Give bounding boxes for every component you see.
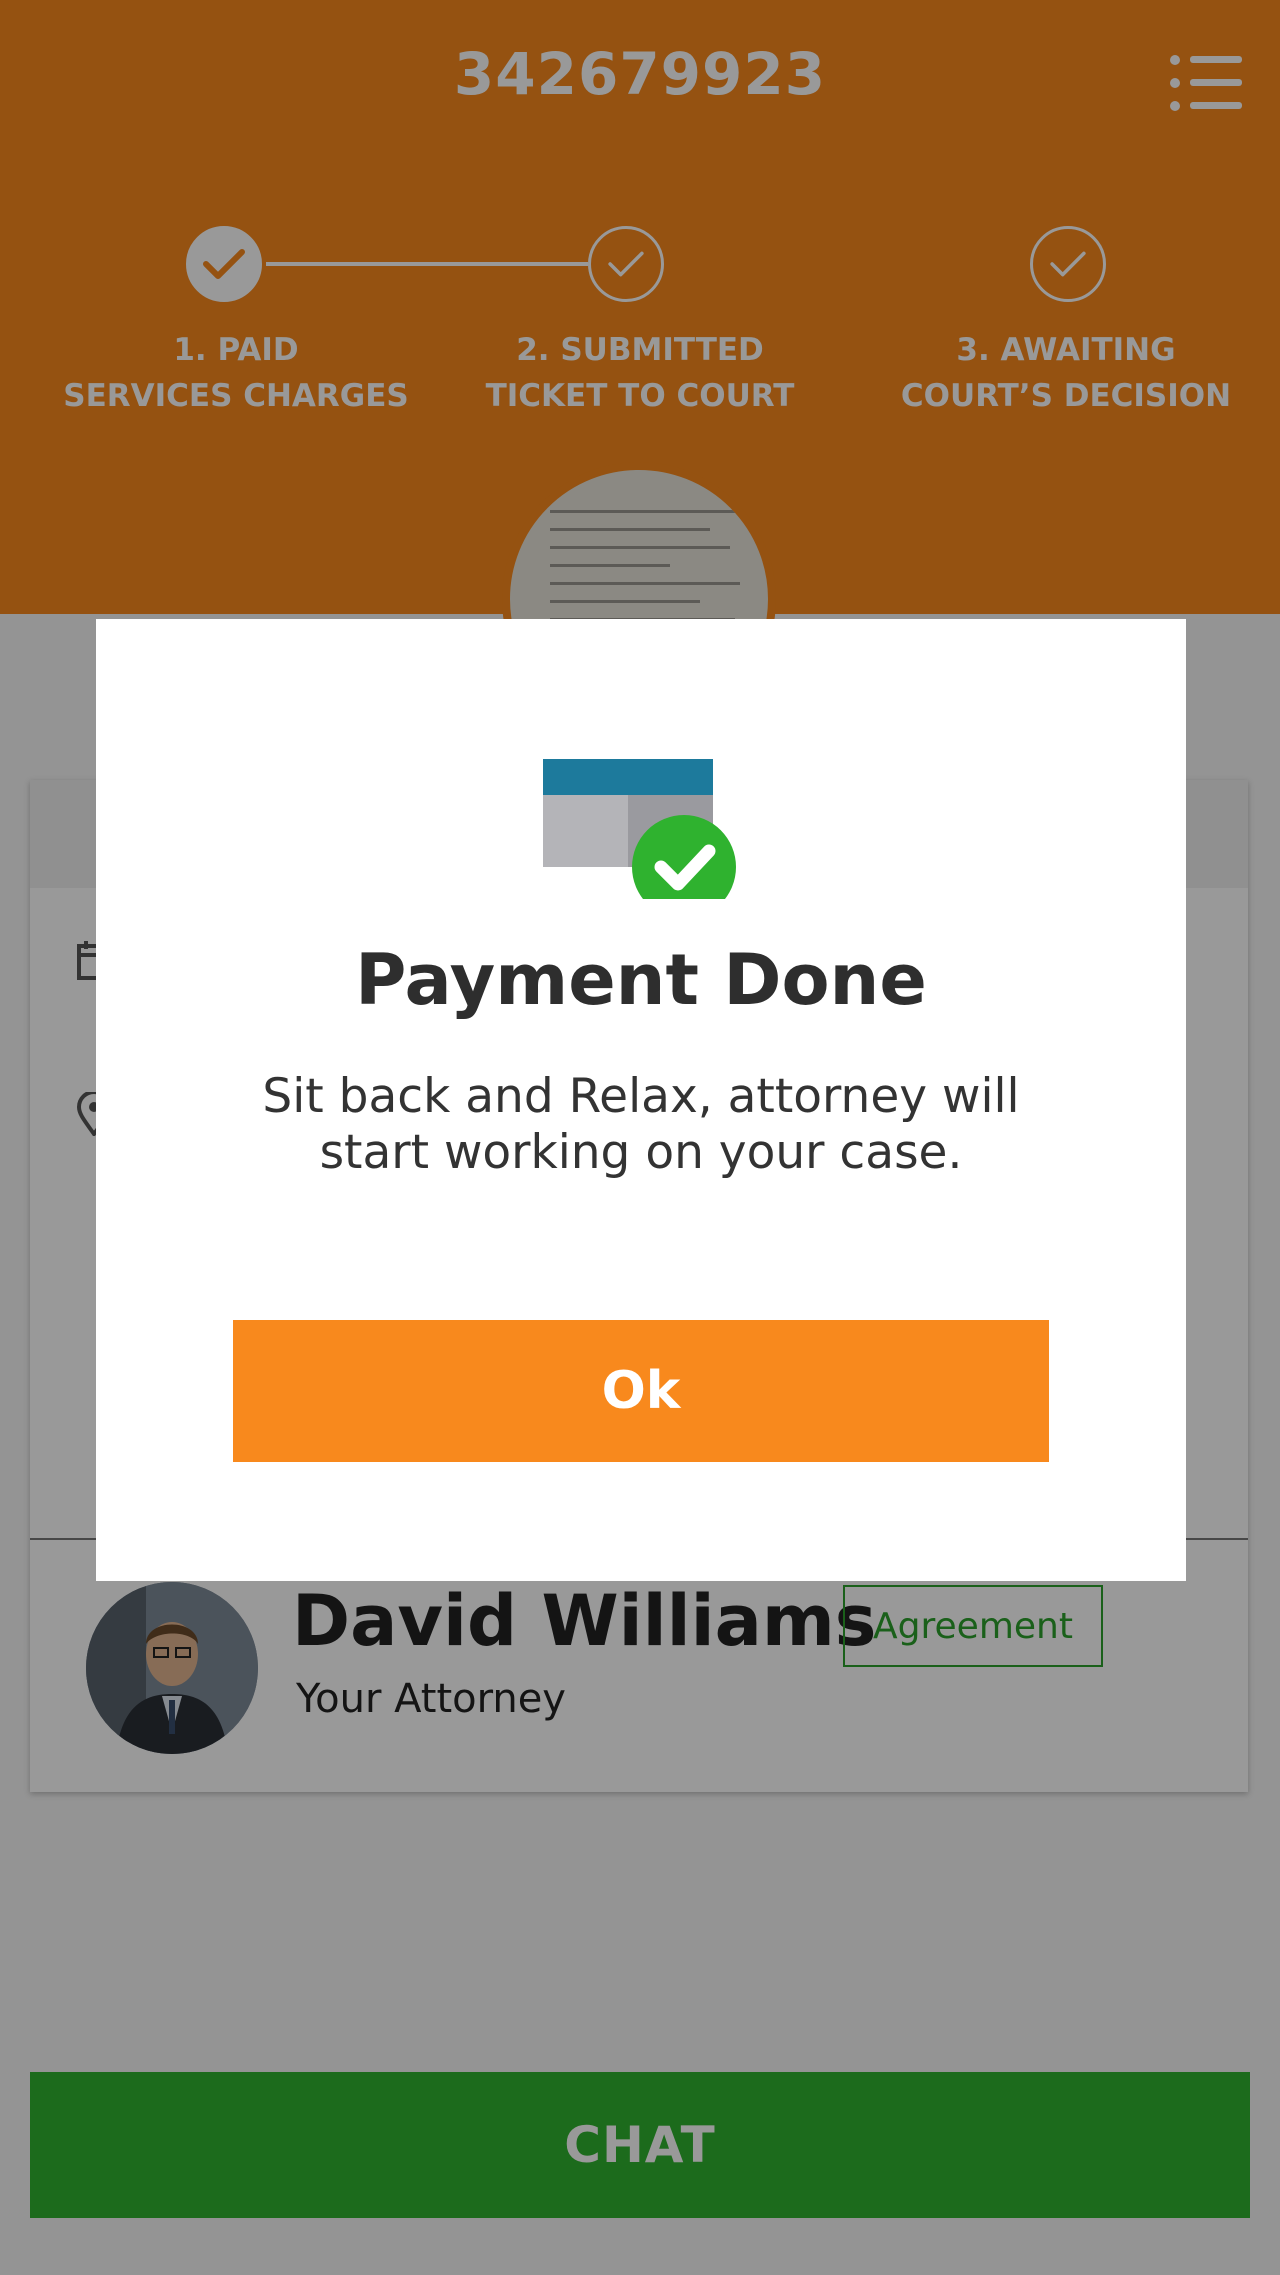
- dialog-message: Sit back and Relax, attorney will start …: [262, 1069, 1020, 1180]
- payment-done-dialog: Payment Done Sit back and Relax, attorne…: [96, 619, 1186, 1581]
- dialog-title: Payment Done: [355, 939, 927, 1021]
- ok-button[interactable]: Ok: [233, 1320, 1049, 1462]
- payment-done-icon: [543, 739, 739, 919]
